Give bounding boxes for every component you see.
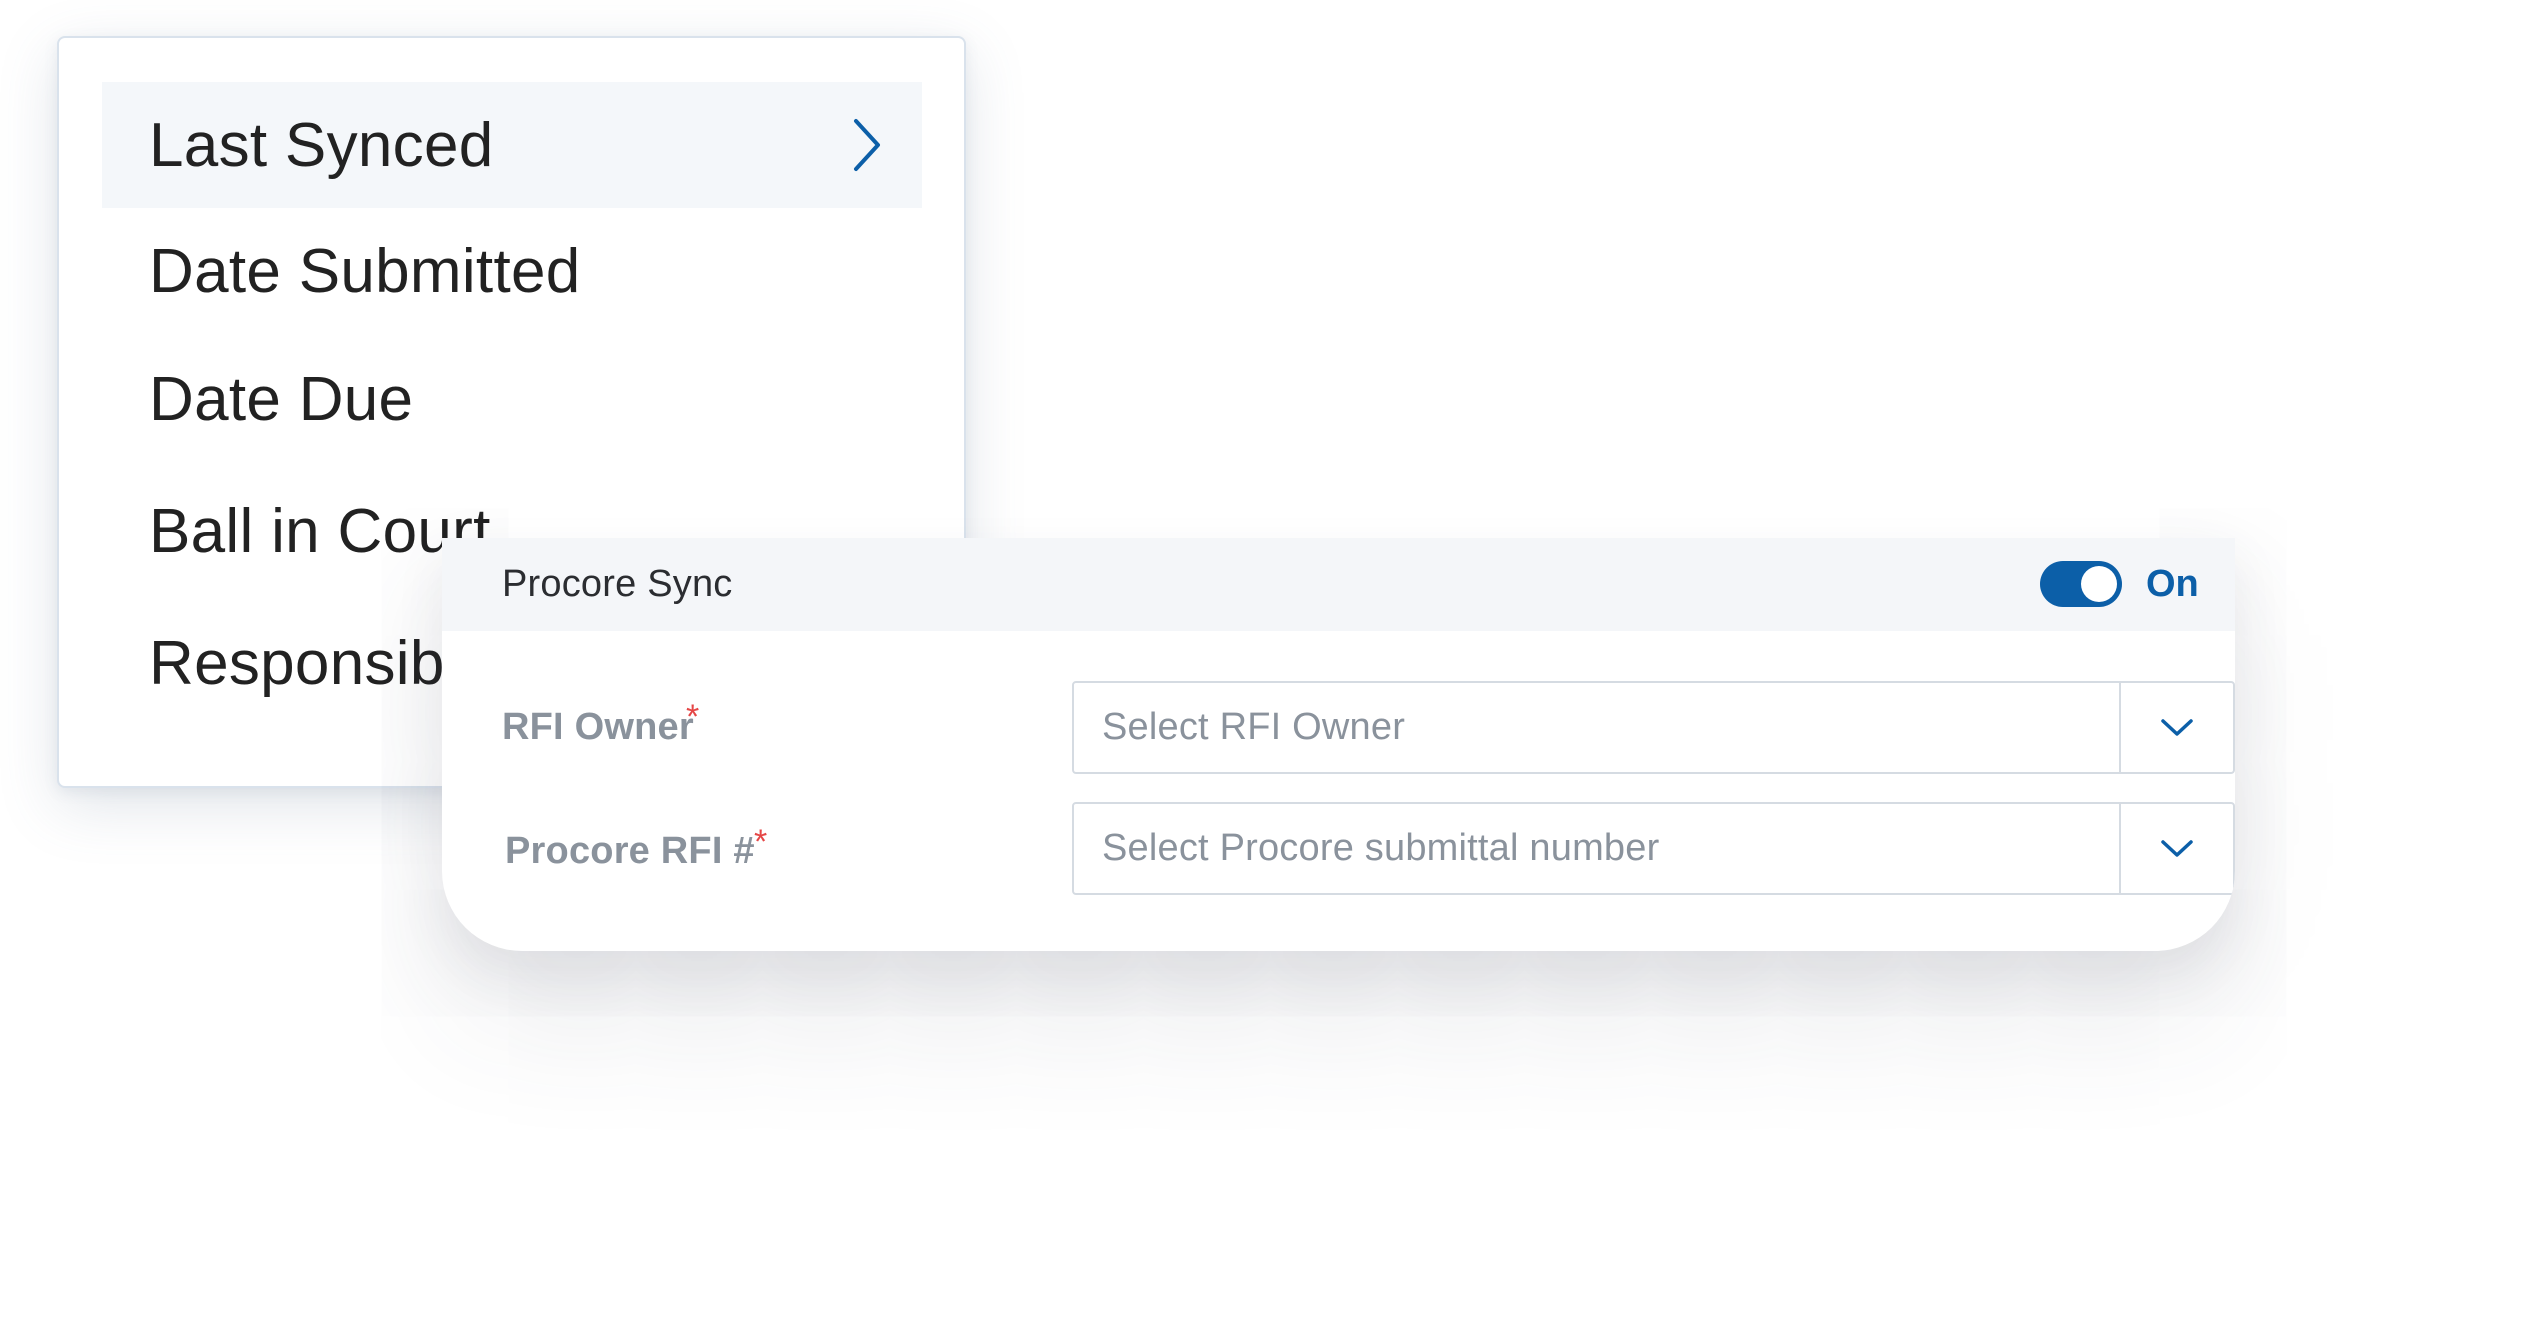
procore-rfi-number-caret[interactable] [2119, 804, 2233, 893]
rfi-owner-caret[interactable] [2119, 683, 2233, 772]
required-marker: * [754, 823, 768, 861]
procore-sync-panel: Procore Sync On RFI Owner * Select RFI O… [442, 538, 2235, 951]
toggle-state-label: On [2146, 563, 2199, 605]
rfi-owner-label: RFI Owner [502, 706, 694, 748]
required-marker: * [686, 698, 700, 736]
procore-rfi-number-label: Procore RFI # [505, 830, 755, 872]
toggle-knob [2081, 566, 2117, 602]
menu-item-label: Date Submitted [149, 236, 581, 306]
chevron-right-icon [854, 119, 880, 171]
menu-item-date-due[interactable]: Date Due [102, 336, 922, 462]
procore-rfi-number-placeholder: Select Procore submittal number [1102, 827, 1660, 869]
rfi-owner-select[interactable]: Select RFI Owner [1072, 681, 2235, 774]
procore-rfi-number-select[interactable]: Select Procore submittal number [1072, 802, 2235, 895]
rfi-owner-placeholder: Select RFI Owner [1102, 706, 1406, 748]
menu-item-label: Last Synced [149, 110, 494, 180]
chevron-down-icon [2161, 839, 2193, 857]
menu-item-last-synced[interactable]: Last Synced [102, 82, 922, 208]
chevron-down-icon [2161, 718, 2193, 736]
procore-sync-toggle[interactable] [2040, 561, 2122, 607]
sync-panel-title: Procore Sync [502, 563, 733, 605]
stage: Last Synced Date Submitted Date Due Ball… [0, 0, 2535, 1340]
menu-item-label: Ball in Court [149, 496, 491, 566]
menu-item-date-submitted[interactable]: Date Submitted [102, 208, 922, 334]
menu-item-label: Date Due [149, 364, 414, 434]
sync-panel-header: Procore Sync On [442, 538, 2235, 631]
